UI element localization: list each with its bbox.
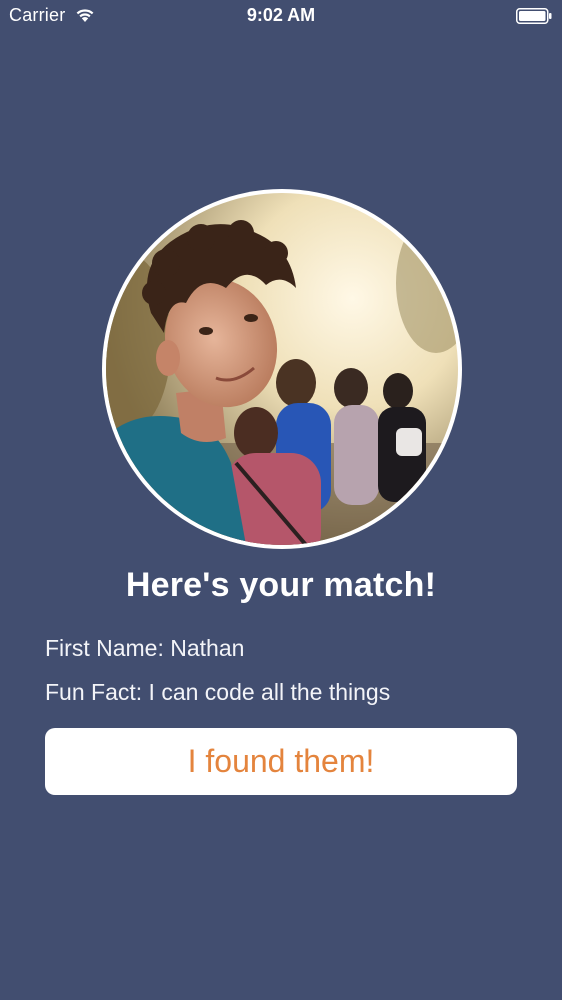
first-name-text: First Name: Nathan bbox=[45, 635, 245, 661]
status-bar: Carrier 9:02 AM bbox=[0, 0, 562, 34]
avatar-frame bbox=[102, 189, 462, 549]
status-time: 9:02 AM bbox=[246, 5, 316, 25]
avatar-photo bbox=[106, 193, 458, 545]
found-them-button[interactable]: I found them! bbox=[45, 728, 517, 795]
fun-fact-text: Fun Fact: I can code all the things bbox=[45, 679, 391, 705]
battery-icon bbox=[516, 8, 552, 24]
match-headline: Here's your match! bbox=[125, 566, 437, 604]
